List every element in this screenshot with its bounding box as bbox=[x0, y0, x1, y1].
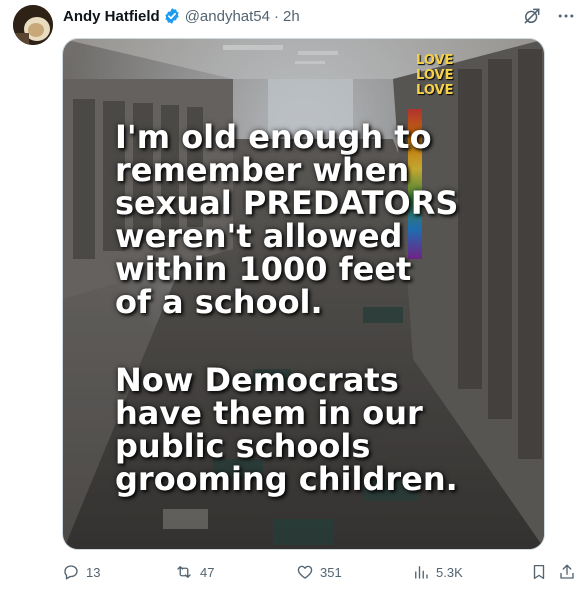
reply-count: 13 bbox=[86, 564, 101, 580]
bookmark-button[interactable] bbox=[530, 563, 548, 581]
separator: · bbox=[273, 7, 279, 25]
views-icon bbox=[412, 563, 430, 581]
author-handle[interactable]: @andyhat54 bbox=[185, 8, 270, 25]
bookmark-icon bbox=[530, 563, 548, 581]
reply-icon bbox=[62, 563, 80, 581]
love-sign: LOVE LOVE LOVE bbox=[416, 53, 454, 98]
action-bar: 13 47 351 5.3K bbox=[62, 563, 582, 585]
share-button[interactable] bbox=[558, 563, 576, 581]
tweet-top-icons bbox=[522, 6, 576, 26]
like-icon bbox=[296, 563, 314, 581]
like-count: 351 bbox=[320, 564, 342, 580]
image-text-block-1: I'm old enough to remember when sexual P… bbox=[115, 118, 459, 321]
author-name[interactable]: Andy Hatfield bbox=[63, 8, 160, 25]
repost-button[interactable]: 47 bbox=[174, 563, 214, 581]
tweet-image[interactable]: LOVE LOVE LOVE I'm old enough to remembe… bbox=[62, 38, 545, 550]
verified-badge-icon bbox=[163, 7, 181, 25]
avatar[interactable] bbox=[13, 5, 53, 45]
tweet-header: Andy Hatfield @andyhat54 · 2h bbox=[63, 6, 300, 26]
image-text-block-2: Now Democrats have them in our public sc… bbox=[115, 361, 458, 498]
like-button[interactable]: 351 bbox=[296, 563, 342, 581]
timestamp[interactable]: 2h bbox=[283, 8, 300, 25]
share-icon bbox=[558, 563, 576, 581]
views-count: 5.3K bbox=[436, 564, 463, 580]
more-icon[interactable] bbox=[556, 6, 576, 26]
repost-icon bbox=[174, 563, 194, 581]
grok-icon[interactable] bbox=[522, 6, 542, 26]
repost-count: 47 bbox=[200, 564, 215, 580]
reply-button[interactable]: 13 bbox=[62, 563, 100, 581]
views-button[interactable]: 5.3K bbox=[412, 563, 463, 581]
